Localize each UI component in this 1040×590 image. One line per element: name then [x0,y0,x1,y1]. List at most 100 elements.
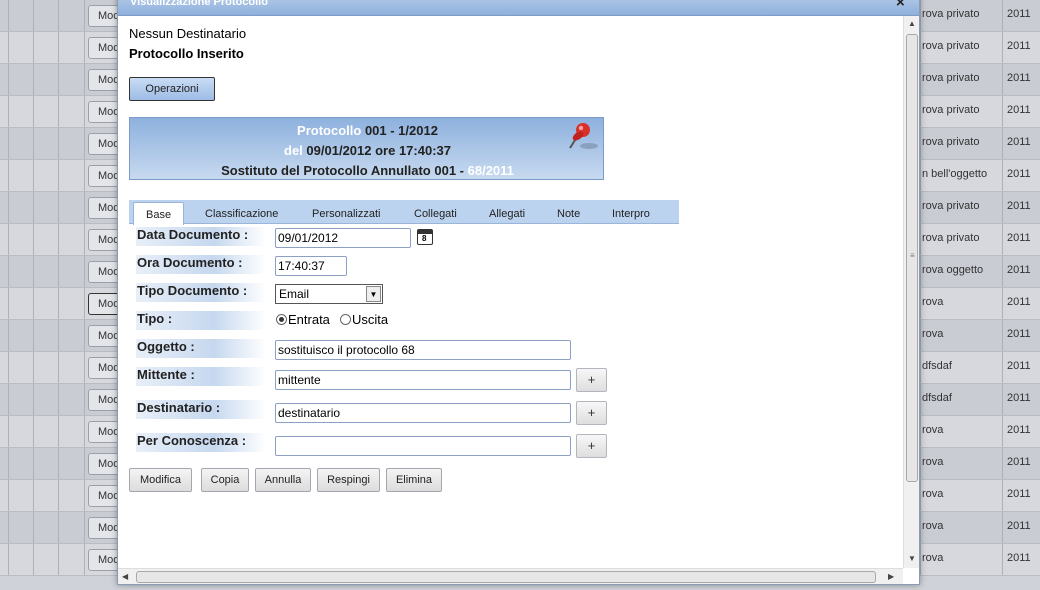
tab-collegati[interactable]: Collegati [414,208,457,220]
table-cell-year: 2011 [1007,456,1031,468]
table-cell-divider [920,544,921,575]
tab-note[interactable]: Note [557,208,580,220]
table-cell-divider [58,352,59,383]
operations-button[interactable]: Operazioni [129,77,215,101]
table-cell-divider [1002,192,1003,223]
table-cell-divider [84,128,85,159]
table-cell-year: 2011 [1007,136,1031,148]
table-cell-divider [84,448,85,479]
table-cell-divider [1002,448,1003,479]
table-cell-divider [84,160,85,191]
table-cell-divider [84,288,85,319]
table-cell-divider [33,416,34,447]
scroll-down-icon[interactable]: ▼ [908,554,916,563]
add-per-conoscenza-button[interactable]: + [576,434,607,458]
table-cell-divider [8,288,9,319]
table-cell-divider [58,448,59,479]
table-cell-object: rova privato [922,232,980,244]
respingi-button[interactable]: Respingi [317,468,380,492]
scroll-left-icon[interactable]: ◀ [122,572,128,581]
tipo-uscita-radio[interactable] [340,314,351,325]
table-cell-divider [33,64,34,95]
table-cell-divider [8,224,9,255]
table-cell-object: rova oggetto [922,264,984,276]
annulla-button[interactable]: Annulla [255,468,311,492]
tipo-documento-label: Tipo Documento : [136,283,266,302]
table-cell-divider [1002,0,1003,31]
table-cell-divider [58,0,59,31]
table-cell-divider [58,128,59,159]
table-cell-divider [1002,160,1003,191]
chevron-down-icon[interactable]: ▼ [366,286,381,302]
substitute-text: Sostituto del Protocollo Annullato 001 - [221,163,464,178]
table-cell-divider [8,416,9,447]
table-cell-divider [84,32,85,63]
table-cell-year: 2011 [1007,264,1031,276]
dialog-content: Nessun Destinatario Protocollo Inserito … [118,16,904,566]
elimina-button[interactable]: Elimina [386,468,442,492]
horizontal-scroll-thumb[interactable] [136,571,876,583]
table-cell-divider [58,512,59,543]
table-cell-divider [920,128,921,159]
table-cell-divider [8,320,9,351]
tipo-documento-value: Email [279,287,310,301]
table-cell-divider [8,480,9,511]
table-cell-object: rova privato [922,104,980,116]
horizontal-scrollbar[interactable]: ◀ ▶ [118,568,903,584]
add-destinatario-button[interactable]: + [576,401,607,425]
table-cell-divider [33,96,34,127]
tab-interpro[interactable]: Interpro [612,208,650,220]
table-cell-object: n bell'oggetto [922,168,988,180]
recipient-status: Nessun Destinatario [129,26,247,41]
table-cell-object: rova [922,456,944,468]
add-mittente-button[interactable]: + [576,368,607,392]
destinatario-field[interactable] [275,403,571,423]
modifica-button[interactable]: Modifica [129,468,192,492]
copia-button[interactable]: Copia [201,468,249,492]
protocol-dialog: Visualizzazione Protocollo × Nessun Dest… [117,0,920,585]
table-cell-object: rova privato [922,40,980,52]
tipo-uscita-label: Uscita [352,312,389,327]
mittente-label: Mittente : [136,367,266,386]
table-cell-object: rova [922,328,944,340]
tipo-documento-select[interactable]: Email ▼ [275,284,383,304]
pushpin-icon [569,123,598,149]
table-cell-divider [920,256,921,287]
dialog-titlebar[interactable]: Visualizzazione Protocollo × [118,0,919,16]
table-cell-divider [920,384,921,415]
table-cell-divider [33,320,34,351]
table-cell-divider [8,32,9,63]
table-cell-divider [58,224,59,255]
tab-personalizzati[interactable]: Personalizzati [312,208,380,220]
table-cell-divider [8,512,9,543]
tipo-entrata-radio[interactable] [276,314,287,325]
scroll-up-icon[interactable]: ▲ [908,19,916,28]
table-cell-divider [33,32,34,63]
table-cell-divider [8,384,9,415]
calendar-icon[interactable]: 8 [417,229,433,245]
table-cell-divider [920,192,921,223]
per-conoscenza-field[interactable] [275,436,571,456]
close-icon[interactable]: × [896,0,905,11]
ora-documento-field[interactable] [275,256,347,276]
table-cell-divider [84,192,85,223]
table-cell-divider [33,128,34,159]
tab-classificazione[interactable]: Classificazione [205,208,278,220]
tab-allegati[interactable]: Allegati [489,208,525,220]
table-cell-divider [1002,544,1003,575]
table-cell-year: 2011 [1007,8,1031,20]
oggetto-field[interactable] [275,340,571,360]
table-cell-year: 2011 [1007,424,1031,436]
table-cell-divider [920,352,921,383]
vertical-scrollbar[interactable]: ▲ ≡ ▼ [903,16,919,568]
mittente-field[interactable] [275,370,571,390]
table-cell-divider [920,320,921,351]
oggetto-label: Oggetto : [136,339,266,358]
tab-base[interactable]: Base [133,202,185,225]
table-cell-divider [84,64,85,95]
table-cell-divider [84,544,85,575]
vertical-scroll-thumb[interactable]: ≡ [906,34,918,482]
data-documento-field[interactable] [275,228,411,248]
table-cell-divider [33,480,34,511]
scroll-right-icon[interactable]: ▶ [888,572,894,581]
